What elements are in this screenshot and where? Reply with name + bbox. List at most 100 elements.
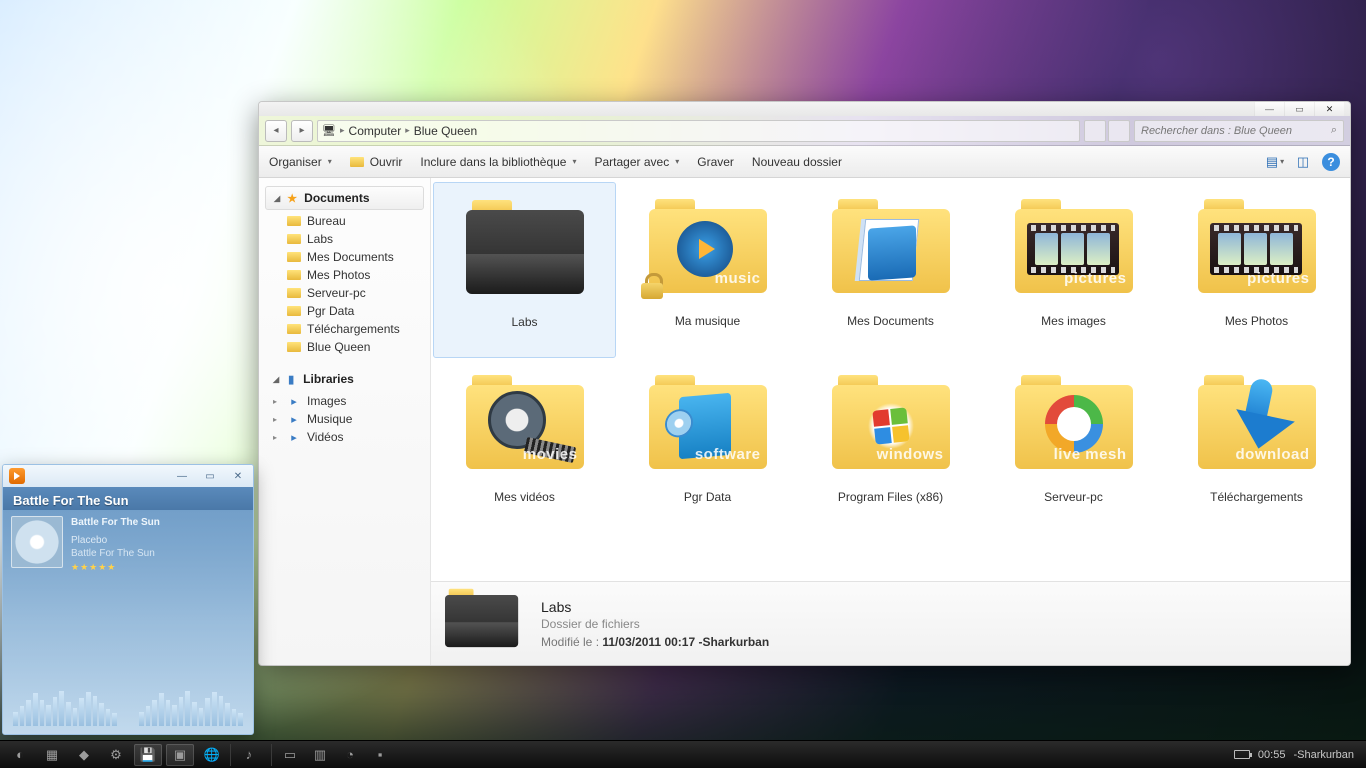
search-placeholder: Rechercher dans : Blue Queen xyxy=(1141,125,1292,137)
folder-item[interactable]: windows Program Files (x86) xyxy=(799,358,982,534)
folder-label: Téléchargements xyxy=(1210,490,1303,504)
refresh-button[interactable] xyxy=(1108,120,1130,142)
sidebar-item-blue-queen[interactable]: Blue Queen xyxy=(259,338,430,356)
open-icon xyxy=(350,155,364,169)
organiser-menu[interactable]: Organiser▾ xyxy=(269,155,332,169)
breadcrumb-seg[interactable]: Blue Queen xyxy=(414,124,477,138)
libraries-group[interactable]: ◢ ▮ Libraries xyxy=(265,368,424,390)
rating-stars[interactable]: ★★★★★ xyxy=(71,561,160,573)
taskbar-browser-button[interactable]: 🌐 xyxy=(198,744,226,766)
folder-item[interactable]: pictures Mes images xyxy=(982,182,1165,358)
folder-item[interactable]: picturesMes Photos xyxy=(1165,182,1348,358)
library-icon: ▸ xyxy=(287,430,301,444)
media-player-window: — ▭ ✕ Battle For The Sun Battle For The … xyxy=(2,464,254,735)
items-view: LabsmusicMa musique Mes Documents pictures… xyxy=(431,178,1350,581)
sidebar-item-label: Serveur-pc xyxy=(307,286,366,300)
inclure-menu[interactable]: Inclure dans la bibliothèque▾ xyxy=(420,155,576,169)
sidebar-item-vidéos[interactable]: ▸▸Vidéos xyxy=(259,428,430,446)
computer-icon: 🖥 xyxy=(322,124,336,138)
folder-label: Mes images xyxy=(1041,314,1106,328)
folder-label: Mes Documents xyxy=(847,314,934,328)
taskbar-app-button[interactable]: ▥ xyxy=(306,744,334,766)
dropdown-history-button[interactable] xyxy=(1084,120,1106,142)
player-title-bar[interactable]: — ▭ ✕ xyxy=(3,465,253,487)
search-input[interactable]: Rechercher dans : Blue Queen ⌕ xyxy=(1134,120,1344,142)
now-playing-title: Battle For The Sun xyxy=(3,487,253,510)
taskbar-app-button[interactable]: ◆ xyxy=(70,744,98,766)
sidebar-item-label: Images xyxy=(307,394,346,408)
folder-icon xyxy=(461,197,589,307)
taskbar-explorer-button[interactable]: ▣ xyxy=(166,744,194,766)
player-minimize-button[interactable]: — xyxy=(173,470,191,482)
sidebar-item-label: Téléchargements xyxy=(307,322,400,336)
player-close-button[interactable]: ✕ xyxy=(229,470,247,482)
folder-item[interactable]: musicMa musique xyxy=(616,182,799,358)
sidebar-item-bureau[interactable]: Bureau xyxy=(259,212,430,230)
sidebar-item-serveur-pc[interactable]: Serveur-pc xyxy=(259,284,430,302)
ouvrir-button[interactable]: Ouvrir xyxy=(350,155,403,169)
taskbar-save-icon[interactable]: 💾 xyxy=(134,744,162,766)
folder-item[interactable]: download Téléchargements xyxy=(1165,358,1348,534)
taskbar-app-button[interactable]: ◔ xyxy=(336,744,364,766)
taskbar-music-button[interactable]: ♪ xyxy=(235,744,263,766)
sidebar-item-images[interactable]: ▸▸Images xyxy=(259,392,430,410)
sidebar-item-pgr-data[interactable]: Pgr Data xyxy=(259,302,430,320)
breadcrumb-sep: ▸ xyxy=(340,125,345,136)
folder-item[interactable]: moviesMes vidéos xyxy=(433,358,616,534)
breadcrumb[interactable]: 🖥 ▸ Computer ▸ Blue Queen xyxy=(317,120,1080,142)
partager-menu[interactable]: Partager avec▾ xyxy=(595,155,680,169)
folder-item[interactable]: Labs xyxy=(433,182,616,358)
graver-button[interactable]: Graver xyxy=(697,155,734,169)
taskbar-app-button[interactable]: ▭ xyxy=(276,744,304,766)
folder-item[interactable]: Mes Documents xyxy=(799,182,982,358)
forward-button[interactable]: ▸ xyxy=(291,120,313,142)
sidebar-item-label: Blue Queen xyxy=(307,340,370,354)
taskbar-app-button[interactable]: ⚙ xyxy=(102,744,130,766)
preview-pane-button[interactable]: ◫ xyxy=(1294,153,1312,171)
folder-icon xyxy=(287,322,301,336)
details-pane: Labs Dossier de fichiers Modifié le : 11… xyxy=(431,581,1350,665)
maximize-button[interactable]: ▭ xyxy=(1284,102,1314,116)
sidebar-item-mes-photos[interactable]: Mes Photos xyxy=(259,266,430,284)
sidebar-item-mes-documents[interactable]: Mes Documents xyxy=(259,248,430,266)
album-art xyxy=(11,516,63,568)
folder-item[interactable]: live meshServeur-pc xyxy=(982,358,1165,534)
minimize-button[interactable]: — xyxy=(1254,102,1284,116)
folder-icon: pictures xyxy=(1010,196,1138,306)
player-body: Battle For The Sun Placebo Battle For Th… xyxy=(3,510,253,734)
sidebar-item-label: Mes Documents xyxy=(307,250,394,264)
library-icon: ▸ xyxy=(287,412,301,426)
close-button[interactable]: ✕ xyxy=(1314,102,1344,116)
libraries-icon: ▮ xyxy=(284,372,298,386)
back-button[interactable]: ◂ xyxy=(265,120,287,142)
help-button[interactable]: ? xyxy=(1322,153,1340,171)
start-button[interactable]: ◐ xyxy=(6,744,34,766)
folder-label: Pgr Data xyxy=(684,490,731,504)
player-maximize-button[interactable]: ▭ xyxy=(201,470,219,482)
nouveau-dossier-button[interactable]: Nouveau dossier xyxy=(752,155,842,169)
taskbar-app-button[interactable]: ▦ xyxy=(38,744,66,766)
folder-label: Program Files (x86) xyxy=(838,490,943,504)
equalizer-visualizer xyxy=(13,678,243,726)
system-tray[interactable]: 00:55 -Sharkurban xyxy=(1234,749,1360,761)
folder-icon: windows xyxy=(827,372,955,482)
expand-icon: ◢ xyxy=(274,194,280,203)
folder-icon xyxy=(287,250,301,264)
folder-item[interactable]: softwarePgr Data xyxy=(616,358,799,534)
taskbar-app-button[interactable]: ▪ xyxy=(366,744,394,766)
sidebar-item-labs[interactable]: Labs xyxy=(259,230,430,248)
folder-icon: download xyxy=(1193,372,1321,482)
star-icon: ★ xyxy=(285,191,299,205)
explorer-window: — ▭ ✕ ◂ ▸ 🖥 ▸ Computer ▸ Blue Queen Rech… xyxy=(258,101,1351,666)
folder-icon: pictures xyxy=(1193,196,1321,306)
sidebar-item-téléchargements[interactable]: Téléchargements xyxy=(259,320,430,338)
album-name: Battle For The Sun xyxy=(71,547,160,561)
sidebar-item-musique[interactable]: ▸▸Musique xyxy=(259,410,430,428)
breadcrumb-seg[interactable]: Computer xyxy=(349,124,402,138)
view-menu[interactable]: ▤ ▾ xyxy=(1266,153,1284,171)
breadcrumb-sep: ▸ xyxy=(405,125,410,136)
documents-group[interactable]: ◢ ★ Documents xyxy=(265,186,424,210)
address-row: ◂ ▸ 🖥 ▸ Computer ▸ Blue Queen Rechercher… xyxy=(259,116,1350,146)
sidebar-item-label: Mes Photos xyxy=(307,268,370,282)
title-bar[interactable]: — ▭ ✕ xyxy=(259,102,1350,116)
